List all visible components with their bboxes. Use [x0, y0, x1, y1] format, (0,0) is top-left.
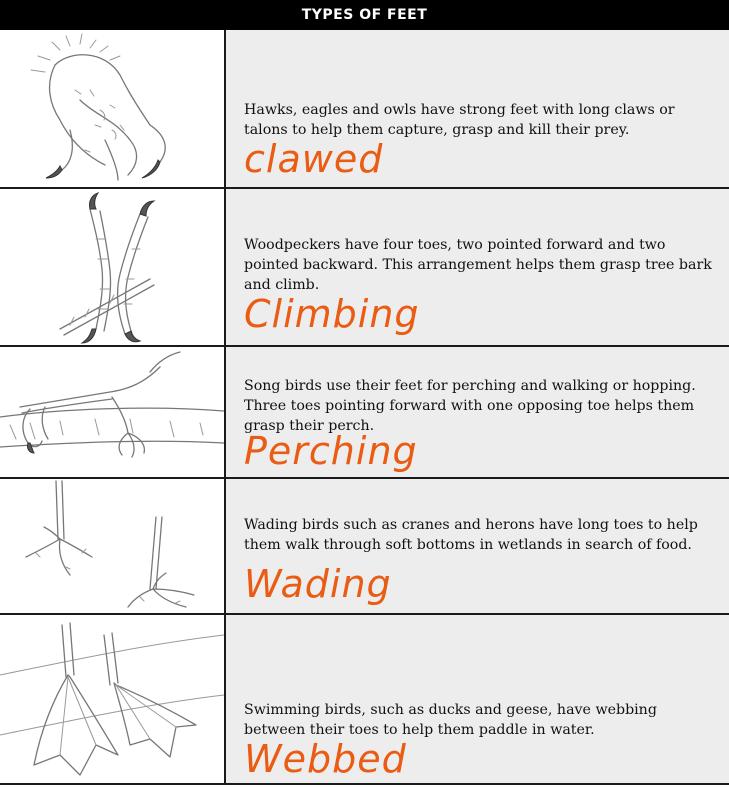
table-row-climbing: Woodpeckers have four toes, two pointed … — [0, 189, 729, 347]
wading-foot-icon — [25, 480, 195, 608]
climbing-answer: Climbing — [244, 292, 420, 336]
climbing-foot-image — [0, 189, 226, 345]
clawed-text-cell: Hawks, eagles and owls have strong feet … — [226, 30, 729, 187]
webbed-description: Swimming birds, such as ducks and geese,… — [244, 702, 657, 738]
clawed-answer: clawed — [244, 137, 384, 181]
webbed-answer: Webbed — [244, 737, 407, 781]
table-row-webbed: Swimming birds, such as ducks and geese,… — [0, 615, 729, 785]
table-row-perching: Song birds use their feet for perching a… — [0, 347, 729, 479]
webbed-text-cell: Swimming birds, such as ducks and geese,… — [226, 615, 729, 783]
webbed-foot-image — [0, 615, 226, 783]
perching-foot-image — [0, 347, 226, 477]
table-row-wading: Wading birds such as cranes and herons h… — [0, 479, 729, 615]
climbing-foot-icon — [59, 192, 156, 344]
wading-foot-image — [0, 479, 226, 613]
climbing-text-cell: Woodpeckers have four toes, two pointed … — [226, 189, 729, 345]
perching-foot-icon — [0, 351, 224, 458]
table-row-clawed: Hawks, eagles and owls have strong feet … — [0, 30, 729, 189]
perching-answer: Perching — [244, 429, 418, 473]
clawed-foot-icon — [30, 33, 166, 181]
wading-answer: Wading — [244, 562, 392, 606]
wading-description: Wading birds such as cranes and herons h… — [244, 517, 698, 553]
wading-text-cell: Wading birds such as cranes and herons h… — [226, 479, 729, 613]
clawed-foot-image — [0, 30, 226, 187]
table-title: TYPES OF FEET — [0, 0, 729, 30]
climbing-description: Woodpeckers have four toes, two pointed … — [244, 237, 712, 293]
perching-text-cell: Song birds use their feet for perching a… — [226, 347, 729, 477]
worksheet: TYPES OF FEET Hawks, eagles and owls hav… — [0, 0, 729, 787]
clawed-description: Hawks, eagles and owls have strong feet … — [244, 102, 675, 138]
webbed-foot-icon — [0, 622, 224, 776]
perching-description: Song birds use their feet for perching a… — [244, 378, 696, 434]
